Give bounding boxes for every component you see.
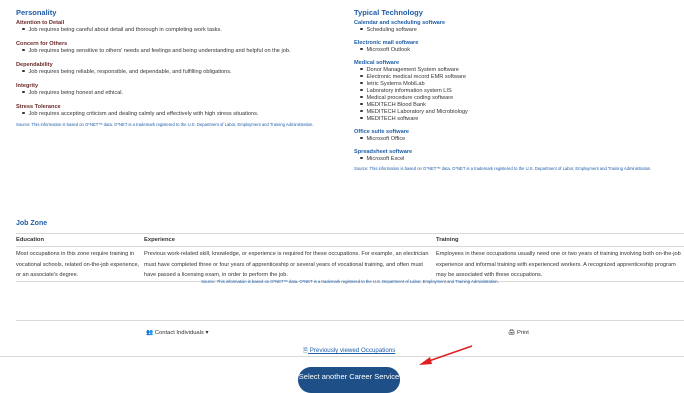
technology-item: Scheduling software: [354, 27, 674, 34]
technology-item: Laboratory information system LIS: [354, 88, 674, 95]
folder-icon: 🗎: [303, 347, 308, 354]
bullet-icon: [360, 156, 363, 159]
personality-title: Personality: [16, 8, 57, 17]
job-zone-source: Source: This information is based on O*N…: [201, 279, 499, 284]
personality-item-name: Concern for Others: [16, 41, 68, 47]
print-button[interactable]: 🖨 Print: [508, 330, 529, 336]
technology-group-name: Office suite software: [354, 129, 410, 135]
personality-item: Attention to Detail Job requires being c…: [16, 20, 336, 34]
personality-item-name: Integrity: [16, 83, 39, 89]
personality-item-desc: Job requires being reliable, responsible…: [16, 69, 336, 76]
bullet-icon: [360, 88, 363, 91]
technology-group-name: Electronic mail software: [354, 40, 419, 46]
bullet-icon: [360, 27, 363, 30]
caret-down-icon: ▾: [205, 330, 209, 336]
personality-item-desc: Job requires being careful about detail …: [16, 27, 336, 34]
technology-group: Medical software Donor Management System…: [354, 60, 674, 123]
bullet-icon: [360, 109, 363, 112]
section-divider: [0, 356, 684, 357]
job-zone-header-training: Training: [436, 237, 459, 243]
printer-icon: 🖨: [508, 330, 516, 336]
personality-item-desc: Job requires being sensitive to others' …: [16, 48, 336, 55]
bullet-icon: [360, 136, 363, 139]
job-zone-experience: Previous work-related skill, knowledge, …: [144, 251, 429, 278]
personality-item: Integrity Job requires being honest and …: [16, 83, 336, 97]
technology-group-name: Spreadsheet software: [354, 149, 413, 155]
bullet-icon: [22, 111, 25, 114]
technology-item: Medical procedure coding software: [354, 95, 674, 102]
bullet-icon: [22, 90, 25, 93]
select-career-service-button[interactable]: Select another Career Service: [298, 367, 400, 393]
technology-group: Office suite software Microsoft Office: [354, 129, 674, 143]
bullet-icon: [360, 116, 363, 119]
bullet-icon: [360, 95, 363, 98]
technology-group: Electronic mail software Microsoft Outlo…: [354, 40, 674, 54]
technology-item: MEDITECH software: [354, 116, 674, 123]
technology-group: Calendar and scheduling software Schedul…: [354, 20, 674, 34]
bullet-icon: [360, 81, 363, 84]
bullet-icon: [360, 47, 363, 50]
technology-group: Spreadsheet software Microsoft Excel: [354, 149, 674, 163]
bullet-icon: [22, 69, 25, 72]
personality-item-name: Attention to Detail: [16, 20, 65, 26]
previously-viewed-occupations-link[interactable]: 🗎 Previously viewed Occupations: [303, 345, 395, 356]
job-zone-title: Job Zone: [16, 220, 48, 227]
job-zone-training: Employees in these occupations usually n…: [436, 251, 681, 278]
technology-item: Microsoft Excel: [354, 156, 674, 163]
technology-section: Typical Technology Calendar and scheduli…: [354, 8, 674, 171]
personality-source: Source: This information is based on O*N…: [16, 122, 314, 127]
personality-item-name: Dependability: [16, 62, 53, 68]
technology-item: Donor Management System software: [354, 67, 674, 74]
personality-section: Personality Attention to Detail Job requ…: [16, 8, 336, 127]
bullet-icon: [360, 67, 363, 70]
technology-item: Microsoft Outlook: [354, 47, 674, 54]
technology-item: MEDITECH Laboratory and Microbiology: [354, 109, 674, 116]
job-zone-header-education: Education: [16, 237, 45, 243]
people-icon: 👥: [146, 330, 154, 336]
technology-group-name: Calendar and scheduling software: [354, 20, 446, 26]
footer-divider: [16, 320, 684, 321]
personality-item: Concern for Others Job requires being se…: [16, 41, 336, 55]
bullet-icon: [360, 102, 363, 105]
technology-source: Source: This information is based on O*N…: [354, 166, 652, 171]
personality-item-name: Stress Tolerance: [16, 104, 61, 110]
job-zone-education: Most occupations in this zone require tr…: [16, 251, 140, 278]
contact-individuals-button[interactable]: 👥 Contact Individuals ▾: [146, 330, 208, 336]
job-zone-table: Education Experience Training Most occup…: [16, 233, 684, 282]
technology-item: MEDITECH Blood Bank: [354, 102, 674, 109]
personality-item-desc: Job requires being honest and ethical.: [16, 90, 336, 97]
technology-item: Ietric Systems MobiLab: [354, 81, 674, 88]
technology-group-name: Medical software: [354, 60, 400, 66]
technology-item: Electronic medical record EMR software: [354, 74, 674, 81]
bullet-icon: [22, 27, 25, 30]
personality-item: Dependability Job requires being reliabl…: [16, 62, 336, 76]
bullet-icon: [22, 48, 25, 51]
job-zone-row: Most occupations in this zone require tr…: [16, 247, 684, 282]
technology-item: Microsoft Office: [354, 136, 674, 143]
job-zone-header-experience: Experience: [144, 237, 175, 243]
bullet-icon: [360, 74, 363, 77]
technology-title: Typical Technology: [354, 8, 423, 17]
personality-item-desc: Job requires accepting criticism and dea…: [16, 111, 336, 118]
personality-item: Stress Tolerance Job requires accepting …: [16, 104, 336, 118]
job-zone-header-row: Education Experience Training: [16, 234, 684, 247]
